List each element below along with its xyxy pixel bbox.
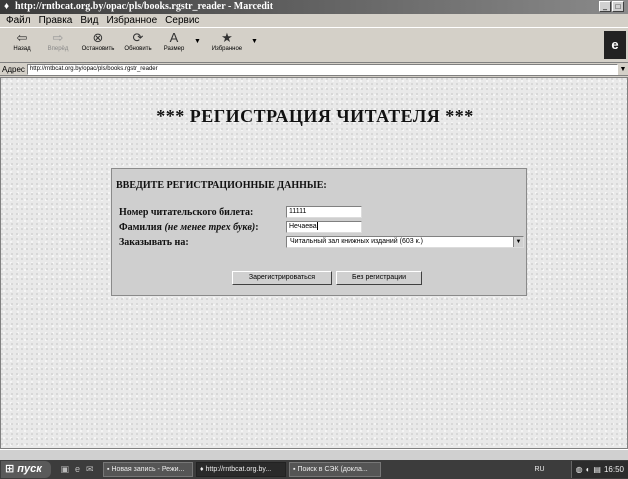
surname-label: Фамилия (не менее трех букв):: [119, 221, 259, 233]
size-dropdown-icon[interactable]: ▼: [194, 38, 201, 45]
task-icon: ▪: [107, 466, 110, 473]
page-content: *** РЕГИСТРАЦИЯ ЧИТАТЕЛЯ *** ВВЕДИТЕ РЕГ…: [0, 77, 628, 449]
menu-view[interactable]: Вид: [76, 14, 102, 27]
ie-logo-icon: e: [604, 31, 626, 59]
page-title: *** РЕГИСТРАЦИЯ ЧИТАТЕЛЯ ***: [156, 106, 474, 126]
forward-arrow-icon: ⇨: [52, 30, 64, 45]
registration-form: ВВЕДИТЕ РЕГИСТРАЦИОННЫЕ ДАННЫЕ: Номер чи…: [111, 168, 527, 296]
system-tray: RU ◍ ◐ ▤ 16:50: [534, 461, 628, 478]
minimize-button[interactable]: _: [599, 1, 611, 12]
quick-launch: ▣ e ✉: [51, 464, 103, 475]
title-bar: ♦ http://rntbcat.org.by/opac/pls/books.rg…: [0, 0, 628, 14]
form-heading: ВВЕДИТЕ РЕГИСТРАЦИОННЫЕ ДАННЫЕ:: [116, 180, 327, 191]
favorites-icon: ★: [221, 30, 233, 45]
ie-quicklaunch-icon[interactable]: e: [75, 464, 80, 475]
card-number-label: Номер читательского билета:: [119, 206, 254, 218]
stop-icon: ⊗: [92, 30, 104, 45]
text-size-icon: A: [169, 30, 179, 45]
size-button[interactable]: A Размер: [158, 28, 190, 52]
order-location-select[interactable]: Читальный зал книжных изданий (603 к.) ▼: [286, 236, 524, 248]
no-registration-button[interactable]: Без регистрации: [336, 271, 422, 285]
forward-button[interactable]: ⇨ Вперёд: [42, 28, 74, 52]
outlook-icon[interactable]: ✉: [86, 464, 94, 475]
task-new-record[interactable]: ▪ Новая запись - Режи...: [103, 462, 193, 477]
menu-edit[interactable]: Правка: [35, 14, 77, 27]
card-row: Номер читательского билета:: [119, 206, 253, 218]
surname-hint: (не менее трех букв): [164, 221, 256, 233]
desktop-icon[interactable]: ▣: [60, 464, 69, 475]
task-search[interactable]: ▪ Поиск в СЭК (докла...: [289, 462, 381, 477]
address-bar: Адрес http://rntbcat.org.by/opac/pls/boo…: [0, 63, 628, 76]
address-label: Адрес: [2, 64, 25, 74]
favorites-button[interactable]: ★ Избранное: [207, 28, 247, 52]
window-controls: _ □: [599, 1, 624, 12]
language-indicator[interactable]: RU: [534, 466, 544, 473]
order-row: Заказывать на:: [119, 236, 189, 248]
task-browser[interactable]: ♦ http://rntbcat.org.by...: [196, 462, 286, 477]
refresh-icon: ⟳: [132, 30, 144, 45]
tray-icons: ◍ ◐ ▤ 16:50: [570, 461, 628, 478]
back-button[interactable]: ⇦ Назад: [6, 28, 38, 52]
stop-button[interactable]: ⊗ Остановить: [78, 28, 118, 52]
register-button[interactable]: Зарегистрироваться: [232, 271, 332, 285]
address-input[interactable]: http://rntbcat.org.by/opac/pls/books.rgs…: [26, 63, 618, 75]
text-caret: [316, 222, 318, 231]
surname-input[interactable]: Нечаева: [286, 221, 362, 233]
task-ie-icon: ♦: [200, 466, 204, 473]
select-dropdown-icon[interactable]: ▼: [513, 237, 523, 247]
order-location-label: Заказывать на:: [119, 236, 189, 248]
window-title: http://rntbcat.org.by/opac/pls/books.rgs…: [15, 1, 274, 12]
network-icon[interactable]: ◍: [576, 461, 583, 478]
card-number-input[interactable]: 11111: [286, 206, 362, 218]
menu-tools[interactable]: Сервис: [161, 14, 203, 27]
surname-row: Фамилия (не менее трех букв):: [119, 221, 259, 233]
toolbar: ⇦ Назад ⇨ Вперёд ⊗ Остановить ⟳ Обновить…: [0, 27, 628, 63]
clock[interactable]: 16:50: [604, 461, 624, 478]
ie-page-icon: ♦: [4, 1, 10, 12]
favorites-dropdown-icon[interactable]: ▼: [251, 38, 258, 45]
menu-file[interactable]: Файл: [2, 14, 35, 27]
status-bar: [0, 449, 628, 460]
back-arrow-icon: ⇦: [16, 30, 28, 45]
security-icon[interactable]: ▤: [593, 461, 601, 478]
start-button[interactable]: ⊞ пуск: [1, 461, 51, 478]
windows-logo-icon: ⊞: [5, 463, 15, 475]
menu-bar: Файл Правка Вид Избранное Сервис: [0, 14, 628, 27]
address-dropdown-icon[interactable]: ▼: [618, 63, 628, 76]
task-icon: ▪: [293, 466, 296, 473]
menu-favorites[interactable]: Избранное: [102, 14, 161, 27]
refresh-button[interactable]: ⟳ Обновить: [122, 28, 154, 52]
volume-icon[interactable]: ◐: [586, 461, 591, 478]
maximize-button[interactable]: □: [612, 1, 624, 12]
taskbar: ⊞ пуск ▣ e ✉ ▪ Новая запись - Режи... ♦ …: [0, 460, 628, 479]
